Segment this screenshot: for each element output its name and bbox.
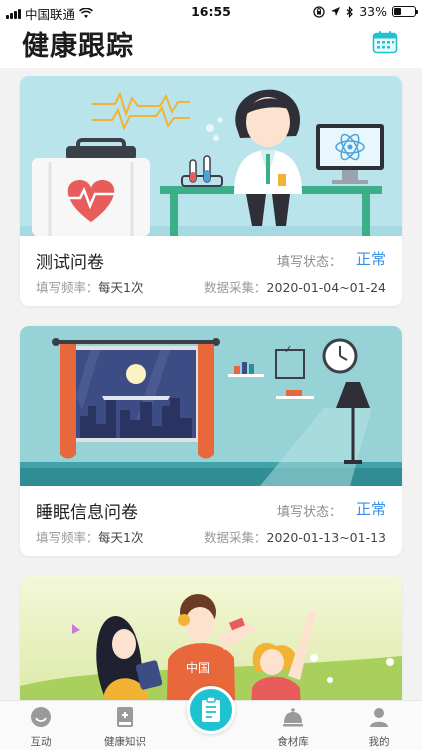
- collection-range: 2020-01-13~01-13: [266, 530, 386, 545]
- frequency-value: 每天1次: [98, 280, 144, 295]
- collection-label: 数据采集：: [204, 530, 267, 545]
- bedroom-window-illustration: [20, 326, 402, 486]
- page-header: 健康跟踪: [0, 22, 422, 68]
- frequency-value: 每天1次: [98, 530, 144, 545]
- questionnaire-card[interactable]: 测试问卷 填写状态： 正常 填写频率： 每天1次 数据采集：2020-01-04…: [20, 76, 402, 306]
- book-icon: [117, 707, 133, 727]
- collection-range: 2020-01-04~01-24: [266, 280, 386, 295]
- tab-ingredients[interactable]: 食材库: [258, 705, 328, 749]
- bluetooth-icon: [346, 5, 354, 18]
- page-title: 健康跟踪: [22, 31, 134, 62]
- status-label: 填写状态：: [276, 505, 342, 520]
- tab-health-knowledge[interactable]: 健康知识: [90, 705, 160, 749]
- tab-label: 我的: [368, 736, 390, 748]
- status-value: 正常: [355, 500, 386, 518]
- card-title: 测试问卷: [36, 253, 104, 273]
- calendar-icon[interactable]: [372, 30, 398, 54]
- chat-icon: [31, 707, 51, 727]
- location-icon: [331, 7, 341, 16]
- tab-label: 食材库: [277, 736, 309, 748]
- tab-mine[interactable]: 我的: [344, 705, 414, 749]
- cloche-icon: [283, 708, 303, 727]
- status-value: 正常: [355, 250, 386, 268]
- user-icon: [370, 708, 388, 727]
- svg-text:中国: 中国: [186, 660, 210, 675]
- tab-label: 健康知识: [104, 736, 146, 748]
- frequency-label: 填写频率：: [36, 280, 99, 295]
- orientation-lock-icon: [313, 5, 325, 18]
- data-collection: 数据采集：2020-01-04~01-24: [204, 277, 386, 296]
- battery-percent: 33%: [359, 4, 387, 19]
- questionnaire-card[interactable]: 睡眠信息问卷 填写状态： 正常 填写频率： 每天1次 数据采集：2020-01-…: [20, 326, 402, 556]
- data-collection: 数据采集：2020-01-13~01-13: [204, 527, 386, 546]
- health-tracking-tab-button[interactable]: [187, 686, 235, 734]
- collection-label: 数据采集：: [204, 280, 267, 295]
- status-label: 填写状态：: [276, 255, 342, 270]
- tab-interaction[interactable]: 互动: [6, 705, 76, 749]
- battery-icon: [392, 6, 418, 17]
- card-title: 睡眠信息问卷: [36, 503, 138, 523]
- status-bar: 中国联通 16:55 33%: [0, 0, 422, 22]
- frequency-label: 填写频率：: [36, 530, 99, 545]
- doctor-lab-illustration: [20, 76, 402, 236]
- tab-label: 互动: [30, 736, 52, 748]
- clipboard-icon: [202, 696, 220, 722]
